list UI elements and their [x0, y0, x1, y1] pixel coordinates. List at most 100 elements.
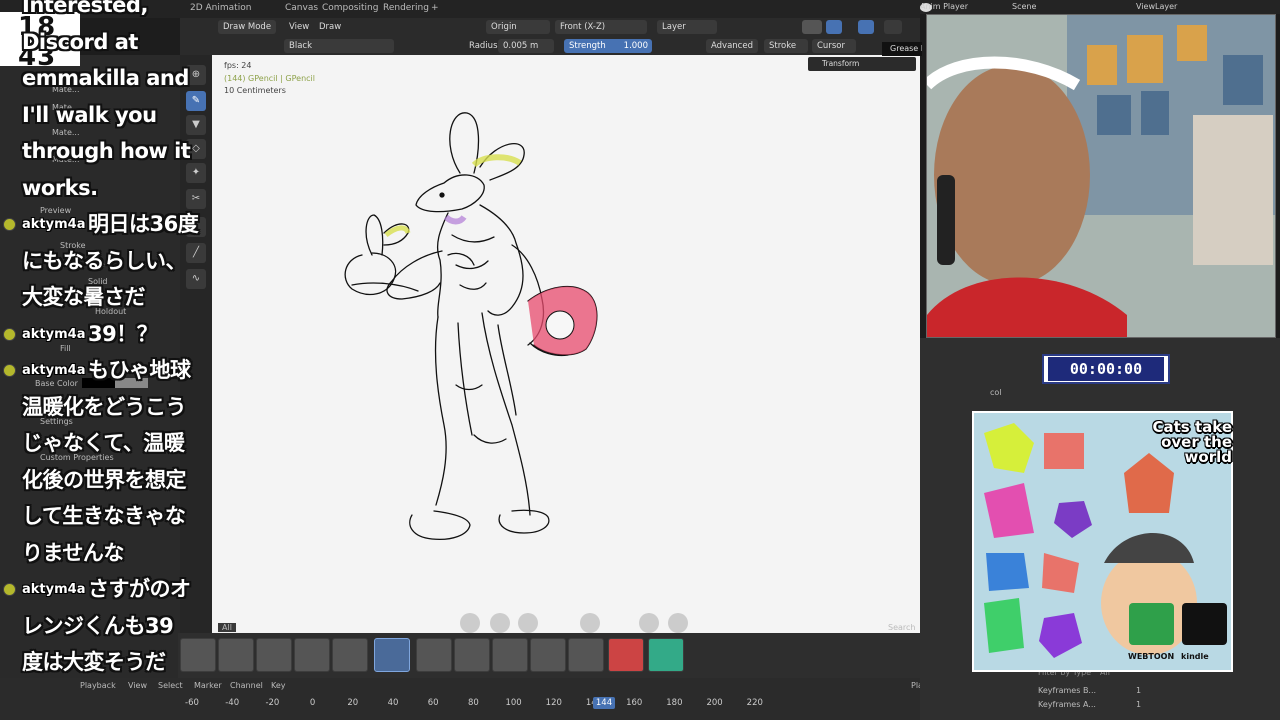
viewport-info: fps: 24 (144) GPencil | GPencil 10 Centi… — [224, 60, 315, 98]
frame-tick-label: -60 — [185, 698, 199, 708]
clock-time: 18 43 — [18, 12, 57, 72]
advanced-dropdown[interactable]: Advanced — [706, 39, 758, 53]
settings-panel[interactable]: Settings — [40, 417, 73, 426]
draw-tool-icon[interactable]: ✎ — [186, 91, 206, 111]
layer-dropdown[interactable]: Layer — [657, 20, 717, 34]
material-dropdown[interactable]: Black — [284, 39, 394, 53]
timeline-menu-select[interactable]: Select — [158, 681, 183, 690]
webcam-feed — [926, 14, 1276, 338]
stroke-panel[interactable]: Stroke — [60, 241, 86, 250]
scene-selector[interactable]: Scene — [1012, 2, 1036, 11]
custom-properties-panel[interactable]: Custom Properties — [40, 453, 114, 462]
strength-slider[interactable]: Strength 1.000 — [564, 39, 652, 53]
view-layer-selector[interactable]: ViewLayer — [1136, 2, 1177, 11]
rabbit-sketch — [344, 112, 688, 633]
frame-tick-label: 80 — [467, 698, 479, 708]
xray-icon[interactable] — [884, 20, 902, 34]
overlay-icon[interactable] — [802, 20, 822, 34]
line-type-value[interactable]: Line — [88, 260, 105, 269]
holdout-checkbox[interactable]: Holdout — [95, 307, 126, 316]
frame-tick-label: 100 — [505, 698, 522, 708]
frame-tick-label: 180 — [666, 698, 683, 708]
stroke-dropdown[interactable]: Stroke — [764, 39, 808, 53]
brush-item[interactable] — [294, 638, 330, 672]
tab-rendering[interactable]: Rendering — [383, 3, 429, 13]
anim-player-label[interactable]: Anim Player — [920, 2, 968, 11]
radius-field[interactable]: 0.005 m — [498, 39, 554, 53]
strength-value: 1.000 — [623, 41, 648, 51]
brush-item[interactable] — [530, 638, 566, 672]
brush-item[interactable] — [608, 638, 644, 672]
frame-tick-label: 40 — [387, 698, 399, 708]
brush-item[interactable] — [492, 638, 528, 672]
material-slot[interactable]: Mate... — [52, 155, 80, 164]
line-tool-icon[interactable]: ╱ — [186, 243, 206, 263]
shading-icon[interactable] — [858, 20, 874, 34]
timeline-menu-playback[interactable]: Playback — [80, 681, 116, 690]
workspace-bar: 2D Animation Canvas Compositing Renderin… — [0, 0, 920, 18]
brush-asset-shelf: All Search — [178, 623, 920, 678]
viewport-header: Draw Mode View Draw Origin Front (X-Z) L… — [180, 18, 920, 37]
curve-tool-icon[interactable]: ∿ — [186, 269, 206, 289]
current-frame-indicator[interactable]: 144 — [593, 697, 615, 709]
draw-menu[interactable]: Draw — [314, 20, 346, 34]
cutter-tool-icon[interactable]: ✂ — [186, 189, 206, 209]
fill-tool-icon[interactable]: ▼ — [186, 115, 206, 135]
tab-2d-animation[interactable]: 2D Animation — [190, 3, 251, 13]
frame-tick-label: 20 — [347, 698, 359, 708]
cursor-tool-icon[interactable]: ⊕ — [186, 65, 206, 85]
tool-settings-header: Black Radius 0.005 m Strength 1.000 Adva… — [180, 37, 920, 55]
origin-dropdown[interactable]: Origin — [486, 20, 550, 34]
radius-label: Radius — [469, 41, 498, 51]
mode-dropdown[interactable]: Draw Mode — [218, 20, 276, 34]
view-menu[interactable]: View — [284, 20, 314, 34]
brush-item[interactable] — [180, 638, 216, 672]
brush-item[interactable] — [648, 638, 684, 672]
timeline-menu-view[interactable]: View — [128, 681, 147, 690]
frame-tick-label: 120 — [545, 698, 562, 708]
brush-search-input[interactable]: Search — [888, 623, 915, 632]
timeline-menu-key[interactable]: Key — [271, 681, 286, 690]
preview-panel[interactable]: Preview — [40, 206, 71, 215]
material-slot[interactable]: Mate... — [52, 85, 80, 94]
keyframes-before-value[interactable]: 1 — [1136, 686, 1141, 695]
brush-item[interactable] — [256, 638, 292, 672]
all-filter-tab[interactable]: All — [218, 623, 236, 632]
timeline-menu-channel[interactable]: Channel — [230, 681, 263, 690]
strength-label: Strength — [569, 41, 606, 51]
material-slot[interactable]: Mate... — [52, 128, 80, 137]
brush-item[interactable] — [568, 638, 604, 672]
gizmo-icon[interactable] — [826, 20, 842, 34]
collection-item[interactable]: col — [990, 388, 1002, 397]
brush-item-selected[interactable] — [374, 638, 410, 672]
keyframes-after-label: Keyframes A... — [1038, 700, 1096, 709]
material-slot[interactable]: Mate... — [52, 103, 80, 112]
erase-tool-icon[interactable]: ◇ — [186, 139, 206, 159]
tab-compositing[interactable]: Compositing — [322, 3, 378, 13]
stream-clock: 18 43 LIVE — [0, 12, 80, 85]
style-value[interactable]: Solid — [88, 277, 108, 286]
eyedropper-tool-icon[interactable]: ⁄ — [186, 217, 206, 237]
keyframes-after-value[interactable]: 1 — [1136, 700, 1141, 709]
transform-panel-tab[interactable]: Transform — [808, 57, 916, 71]
brush-item[interactable] — [332, 638, 368, 672]
frame-tick-label: -20 — [265, 698, 280, 708]
frame-tick-label: 200 — [706, 698, 723, 708]
frame-tick-label: 60 — [427, 698, 439, 708]
tint-tool-icon[interactable]: ✦ — [186, 163, 206, 183]
brush-item[interactable] — [416, 638, 452, 672]
brush-item[interactable] — [218, 638, 254, 672]
base-color-swatch[interactable] — [82, 378, 148, 388]
drawing-canvas[interactable] — [212, 55, 920, 635]
timeline-menu-marker[interactable]: Marker — [194, 681, 222, 690]
brush-item[interactable] — [454, 638, 490, 672]
tooltip: Grease P — [882, 42, 922, 56]
promo-title: Cats take over the world — [1152, 418, 1233, 466]
fill-panel[interactable]: Fill — [60, 344, 71, 353]
tab-canvas[interactable]: Canvas — [285, 3, 318, 13]
add-workspace-button[interactable]: + — [431, 3, 439, 13]
object-readout: (144) GPencil | GPencil — [224, 73, 315, 83]
properties-sidebar: Mate... Mate... Mate... Mate... Preview … — [0, 55, 180, 680]
orientation-dropdown[interactable]: Front (X-Z) — [555, 20, 647, 34]
cursor-dropdown[interactable]: Cursor — [812, 39, 856, 53]
